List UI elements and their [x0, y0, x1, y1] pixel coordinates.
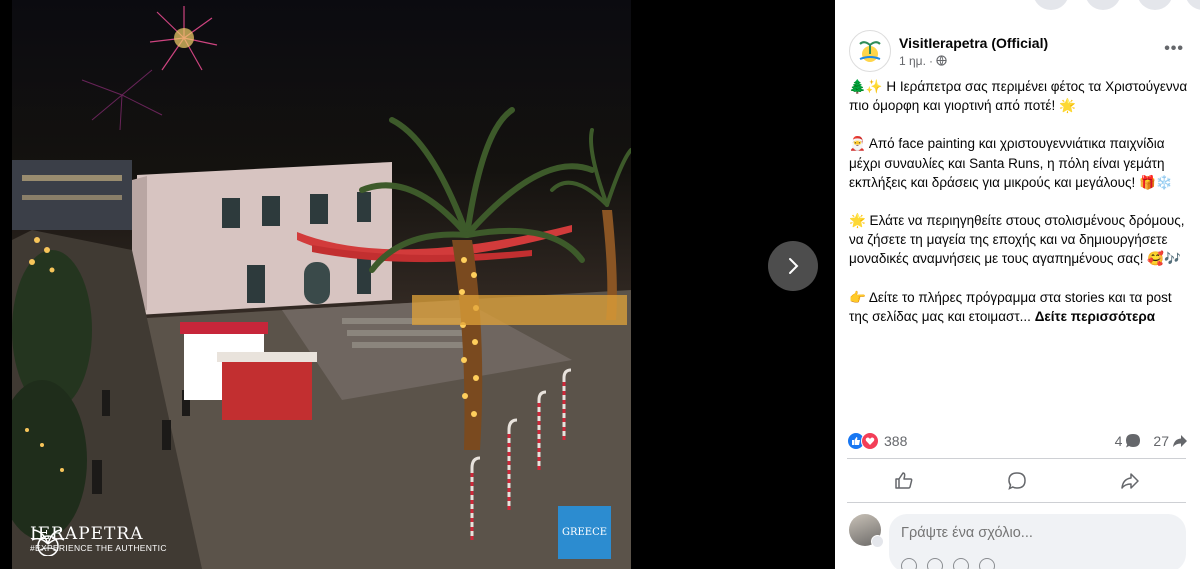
comments-count: 4 [1114, 433, 1123, 449]
top-navigation-buttons [835, 0, 1200, 10]
palm-sun-logo-icon [31, 529, 65, 556]
post-header: VisitIerapetra (Official) 1 ημ. · [849, 30, 1048, 72]
comment-button[interactable] [960, 464, 1073, 498]
more-options-icon[interactable]: ••• [1164, 40, 1184, 58]
page-name-link[interactable]: VisitIerapetra (Official) [899, 35, 1048, 51]
post-time[interactable]: 1 ημ. [899, 54, 926, 68]
comment-box[interactable] [889, 514, 1186, 569]
globe-icon [936, 55, 947, 66]
post-details-panel: VisitIerapetra (Official) 1 ημ. · ••• 🌲✨… [835, 0, 1200, 569]
speech-bubble-icon [1007, 472, 1026, 490]
chevron-right-icon [789, 258, 799, 274]
messenger-icon[interactable] [1137, 0, 1173, 10]
sticker-icon[interactable] [901, 558, 917, 569]
see-more-link[interactable]: Δείτε περισσότερα [1035, 309, 1155, 324]
christmas-square-illustration [12, 6, 631, 569]
avatar-dropdown-icon[interactable] [871, 535, 884, 548]
post-actions [847, 464, 1186, 498]
profile-avatar[interactable] [1185, 0, 1200, 10]
divider [847, 458, 1186, 459]
next-photo-button[interactable] [768, 241, 818, 291]
page-avatar[interactable] [849, 30, 891, 72]
menu-icon[interactable] [1033, 0, 1069, 10]
user-avatar[interactable] [849, 514, 884, 548]
media-viewer: IERAPETRA #EXPERIENCE THE AUTHENTIC GREE… [0, 0, 835, 569]
greece-badge: GREECE [558, 506, 611, 559]
love-reaction-icon [861, 432, 879, 450]
post-paragraph: 🌲✨ Η Ιεράπετρα σας περιμένει φέτος τα Χρ… [849, 79, 1188, 114]
comment-tools [901, 558, 995, 569]
post-paragraph: 🎅 Από face painting και χριστουγεννιάτικ… [849, 136, 1173, 190]
camera-icon[interactable] [953, 558, 969, 569]
divider [847, 502, 1186, 503]
comments-count-link[interactable]: 4 [1115, 433, 1142, 449]
post-paragraph: 🌟 Ελάτε να περιηγηθείτε στους στολισμένο… [849, 213, 1185, 267]
emoji-icon[interactable] [927, 558, 943, 569]
share-button[interactable] [1073, 464, 1186, 498]
post-stats: 388 4 27 [847, 430, 1188, 452]
post-photo: IERAPETRA #EXPERIENCE THE AUTHENTIC GREE… [12, 0, 631, 569]
shares-count-link[interactable]: 27 [1153, 433, 1188, 449]
reactions-count[interactable]: 388 [884, 433, 907, 449]
shares-count: 27 [1153, 433, 1169, 449]
post-text: 🌲✨ Η Ιεράπετρα σας περιμένει φέτος τα Χρ… [849, 77, 1189, 345]
reaction-icons[interactable] [847, 432, 879, 450]
share-arrow-outline-icon [1120, 473, 1139, 489]
share-arrow-icon [1173, 435, 1187, 447]
like-button[interactable] [847, 464, 960, 498]
comment-input[interactable] [901, 525, 1174, 541]
post-meta: 1 ημ. · [899, 54, 1048, 68]
notifications-icon[interactable] [1085, 0, 1121, 10]
ierapetra-logo: IERAPETRA #EXPERIENCE THE AUTHENTIC [30, 526, 167, 556]
comment-bubble-icon [1126, 434, 1141, 448]
palm-logo-icon [859, 41, 881, 62]
post-paragraph: 👉 Δείτε το πλήρες πρόγραμμα στα stories … [849, 288, 1189, 326]
thumbs-up-icon [894, 472, 912, 489]
comment-composer [849, 514, 1186, 569]
gif-icon[interactable] [979, 558, 995, 569]
